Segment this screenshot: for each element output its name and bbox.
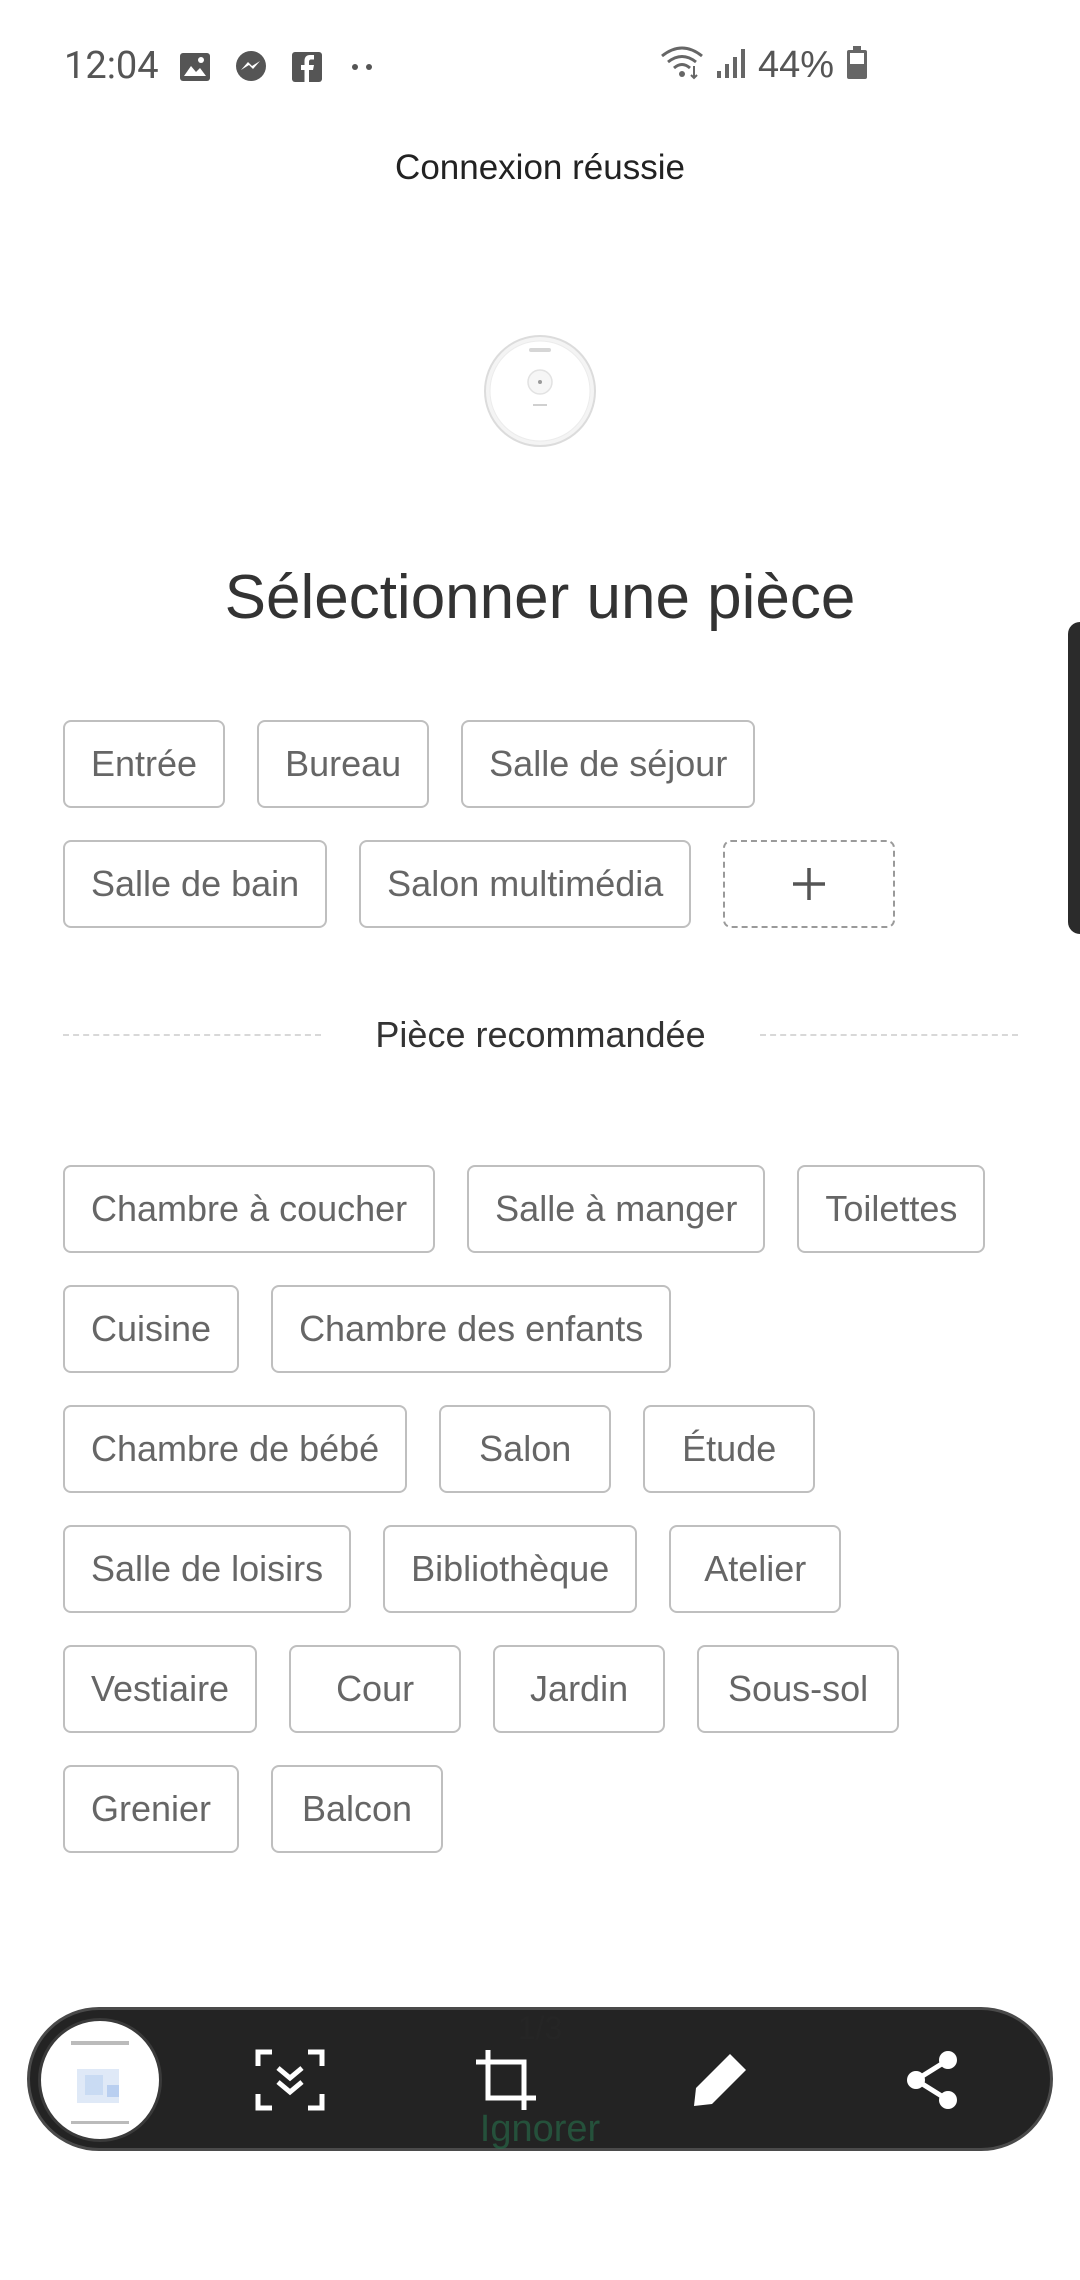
robot-vacuum-image <box>483 334 597 448</box>
recommended-room-chip[interactable]: Cour <box>289 1645 462 1733</box>
recommended-rooms-list: Chambre à coucher Salle à manger Toilett… <box>63 1165 1023 1853</box>
system-status: 44% <box>660 44 868 87</box>
status-bar: 12:04 44% <box>0 0 1080 135</box>
battery-percent: 44% <box>757 44 834 86</box>
battery-icon <box>846 46 868 85</box>
more-dots-icon <box>346 50 380 84</box>
room-chip[interactable]: Salle de séjour <box>461 720 756 808</box>
status-time: 12:04 <box>64 44 159 88</box>
draw-icon <box>690 2050 750 2115</box>
recommended-room-chip[interactable]: Atelier <box>669 1525 842 1613</box>
page-indicator: 1/3 <box>517 2010 563 2046</box>
recommended-divider: Pièce recommandée <box>63 1010 1019 1060</box>
scroll-capture-icon <box>254 2048 326 2117</box>
recommended-room-chip[interactable]: Bibliothèque <box>383 1525 638 1613</box>
room-chip[interactable]: Salon multimédia <box>359 840 692 928</box>
recommended-room-chip[interactable]: Chambre des enfants <box>271 1285 672 1373</box>
crop-icon <box>474 2048 538 2117</box>
room-chip[interactable]: Bureau <box>257 720 430 808</box>
recommended-room-chip[interactable]: Toilettes <box>797 1165 986 1253</box>
page-header-title: Connexion réussie <box>395 148 685 187</box>
recommended-room-chip[interactable]: Chambre de bébé <box>63 1405 408 1493</box>
recommended-room-chip[interactable]: Salle de loisirs <box>63 1525 352 1613</box>
recommended-room-chip[interactable]: Balcon <box>271 1765 444 1853</box>
ignore-link[interactable]: Ignorer <box>0 2108 1080 2151</box>
image-icon <box>178 50 212 84</box>
recommended-room-chip[interactable]: Jardin <box>493 1645 666 1733</box>
recommended-room-chip[interactable]: Salon <box>439 1405 612 1493</box>
selected-rooms-list: Entrée Bureau Salle de séjour Salle de b… <box>63 720 1023 928</box>
recommended-room-chip[interactable]: Vestiaire <box>63 1645 258 1733</box>
share-icon <box>904 2050 960 2115</box>
messenger-icon <box>234 50 268 84</box>
edge-panel-handle[interactable] <box>1068 622 1080 934</box>
recommended-room-chip[interactable]: Cuisine <box>63 1285 240 1373</box>
divider-line <box>63 1034 322 1036</box>
room-chip[interactable]: Entrée <box>63 720 226 808</box>
recommended-room-chip[interactable]: Étude <box>643 1405 816 1493</box>
plus-icon <box>789 864 829 904</box>
recommended-room-chip[interactable]: Sous-sol <box>697 1645 900 1733</box>
add-room-button[interactable] <box>723 840 896 928</box>
room-chip[interactable]: Salle de bain <box>63 840 328 928</box>
recommended-label: Pièce recommandée <box>375 1014 706 1055</box>
recommended-room-chip[interactable]: Chambre à coucher <box>63 1165 436 1253</box>
facebook-icon <box>290 50 324 84</box>
main-title: Sélectionner une pièce <box>224 563 856 632</box>
wifi-icon <box>660 46 704 85</box>
divider-line <box>759 1034 1019 1036</box>
recommended-room-chip[interactable]: Salle à manger <box>467 1165 766 1253</box>
notification-icons <box>178 50 380 84</box>
signal-icon <box>716 47 746 84</box>
recommended-room-chip[interactable]: Grenier <box>63 1765 240 1853</box>
